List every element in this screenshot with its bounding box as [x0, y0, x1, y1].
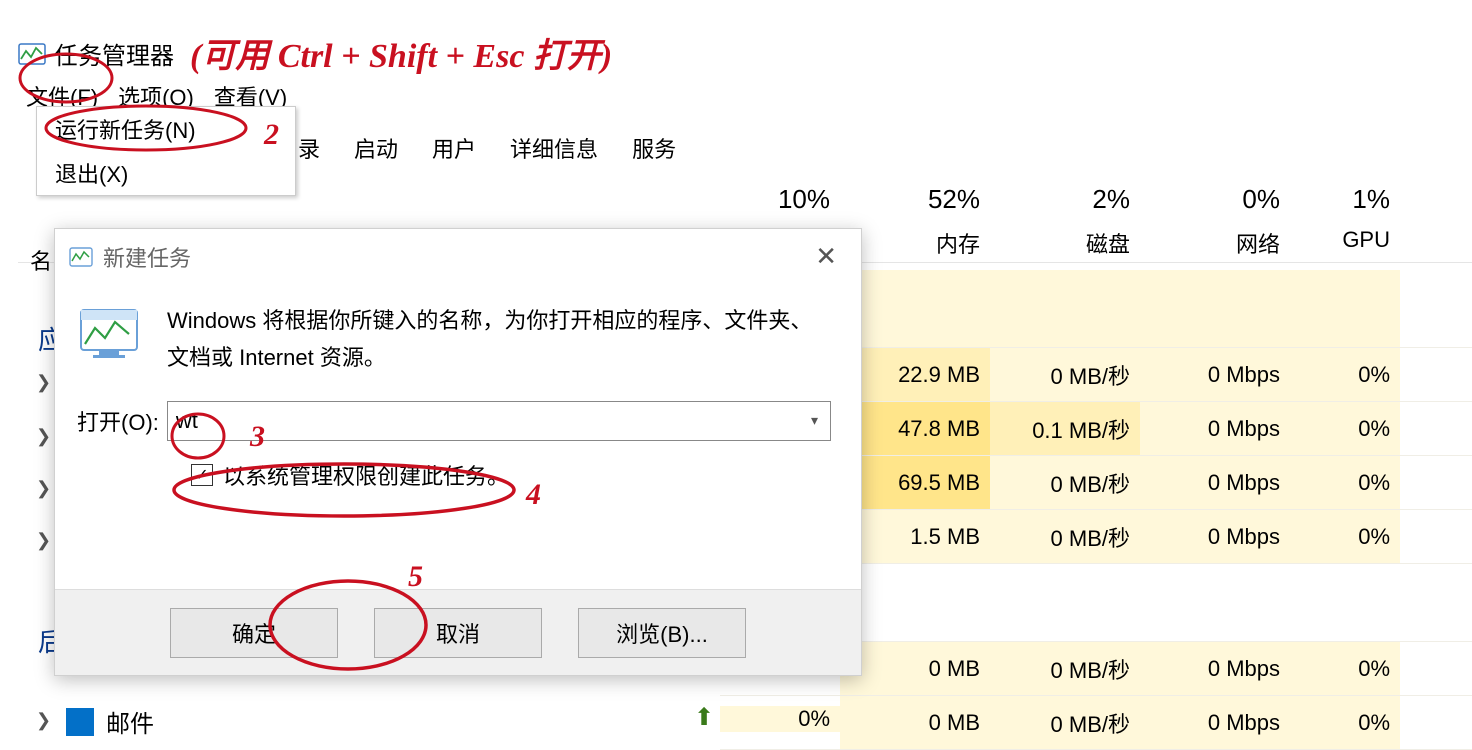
admin-checkbox[interactable]: ✓ — [191, 464, 213, 486]
process-row-partial: 0% — [720, 706, 840, 732]
uac-shield-icon: ⬆ — [694, 703, 714, 732]
file-menu-dropdown: 运行新任务(N) 退出(X) — [36, 106, 296, 196]
cell-disk: 0.1 MB/秒 — [990, 402, 1140, 455]
col-disk[interactable]: 2% 磁盘 — [990, 184, 1140, 259]
expand-chevron-icon[interactable]: ❯ — [36, 530, 51, 551]
cell-gpu: 0% — [1290, 456, 1400, 509]
name-column-header[interactable]: 名 — [30, 244, 52, 276]
run-dialog: 新建任务 ✕ Windows 将根据你所键入的名称，为你打开相应的程序、文件夹、… — [54, 228, 862, 676]
cell-network: 0 Mbps — [1140, 456, 1290, 509]
cell-network: 0 Mbps — [1140, 510, 1290, 563]
cell-gpu: 0% — [1290, 348, 1400, 401]
cell-disk: 0 MB/秒 — [990, 642, 1140, 695]
cell-network: 0 Mbps — [1140, 696, 1290, 749]
cancel-button[interactable]: 取消 — [374, 608, 542, 658]
cell-disk — [990, 564, 1140, 641]
menu-item-run-new-task[interactable]: 运行新任务(N) — [37, 107, 295, 151]
cell-disk: 0 MB/秒 — [990, 696, 1140, 749]
col-disk-label: 磁盘 — [990, 227, 1130, 259]
open-input[interactable] — [176, 408, 807, 434]
cell-disk — [990, 270, 1140, 347]
process-label: 邮件 — [106, 704, 154, 739]
run-dialog-icon — [69, 247, 93, 267]
tab-bar: 录 启动 用户 详细信息 服务 — [290, 128, 684, 168]
expand-chevron-icon[interactable]: ❯ — [36, 426, 51, 447]
titlebar: 任务管理器 — [18, 36, 174, 71]
mail-icon — [66, 708, 94, 736]
cell-network: 0 Mbps — [1140, 402, 1290, 455]
cell-gpu: 0% — [1290, 510, 1400, 563]
open-label: 打开(O): — [77, 405, 159, 437]
cell-memory: 47.8 MB — [840, 402, 990, 455]
cell-memory: 1.5 MB — [840, 510, 990, 563]
cell-memory: 69.5 MB — [840, 456, 990, 509]
dialog-description: Windows 将根据你所键入的名称，为你打开相应的程序、文件夹、文档或 Int… — [167, 302, 831, 377]
cell-memory — [840, 564, 990, 641]
cell-gpu — [1290, 564, 1400, 641]
annotation-hint: (可用 Ctrl + Shift + Esc 打开) — [190, 28, 612, 77]
col-gpu-label: GPU — [1290, 227, 1390, 253]
cell-cpu: 0% — [720, 706, 840, 732]
open-combobox[interactable]: ▾ — [167, 401, 831, 441]
col-gpu[interactable]: 1% GPU — [1290, 184, 1400, 259]
cell-memory: 0 MB — [840, 642, 990, 695]
process-row-mail[interactable]: 邮件 — [66, 704, 154, 739]
cell-disk: 0 MB/秒 — [990, 456, 1140, 509]
col-network[interactable]: 0% 网络 — [1140, 184, 1290, 259]
cell-memory — [840, 270, 990, 347]
window-title: 任务管理器 — [54, 36, 174, 71]
tab-services[interactable]: 服务 — [624, 128, 684, 168]
dropdown-chevron-icon[interactable]: ▾ — [807, 412, 822, 429]
run-program-icon — [77, 302, 147, 362]
cell-gpu — [1290, 270, 1400, 347]
ok-button[interactable]: 确定 — [170, 608, 338, 658]
browse-button[interactable]: 浏览(B)... — [578, 608, 746, 658]
col-network-label: 网络 — [1140, 227, 1280, 259]
cell-disk: 0 MB/秒 — [990, 348, 1140, 401]
task-manager-icon — [18, 43, 46, 65]
col-memory[interactable]: 52% 内存 — [840, 184, 990, 259]
cell-network: 0 Mbps — [1140, 642, 1290, 695]
dialog-titlebar: 新建任务 ✕ — [55, 229, 861, 284]
tab-startup[interactable]: 启动 — [346, 128, 406, 168]
tab-users[interactable]: 用户 — [424, 128, 484, 168]
dialog-button-row: 确定 取消 浏览(B)... — [55, 589, 861, 675]
cell-disk: 0 MB/秒 — [990, 510, 1140, 563]
cell-memory: 0 MB — [840, 696, 990, 749]
col-cpu-pct: 10% — [720, 184, 830, 215]
expand-chevron-icon[interactable]: ❯ — [36, 478, 51, 499]
admin-label: 以系统管理权限创建此任务。 — [223, 459, 509, 491]
cell-network: 0 Mbps — [1140, 348, 1290, 401]
cell-network — [1140, 564, 1290, 641]
menu-item-exit[interactable]: 退出(X) — [37, 151, 295, 195]
col-network-pct: 0% — [1140, 184, 1280, 215]
cell-memory: 22.9 MB — [840, 348, 990, 401]
cell-network — [1140, 270, 1290, 347]
expand-chevron-icon[interactable]: ❯ — [36, 372, 51, 393]
dialog-title: 新建任务 — [103, 241, 191, 273]
col-memory-pct: 52% — [840, 184, 980, 215]
cell-gpu: 0% — [1290, 696, 1400, 749]
close-button[interactable]: ✕ — [805, 239, 847, 274]
tab-details[interactable]: 详细信息 — [502, 128, 606, 168]
cell-gpu: 0% — [1290, 642, 1400, 695]
cell-gpu: 0% — [1290, 402, 1400, 455]
expand-chevron-icon[interactable]: ❯ — [36, 710, 51, 731]
col-gpu-pct: 1% — [1290, 184, 1390, 215]
col-disk-pct: 2% — [990, 184, 1130, 215]
